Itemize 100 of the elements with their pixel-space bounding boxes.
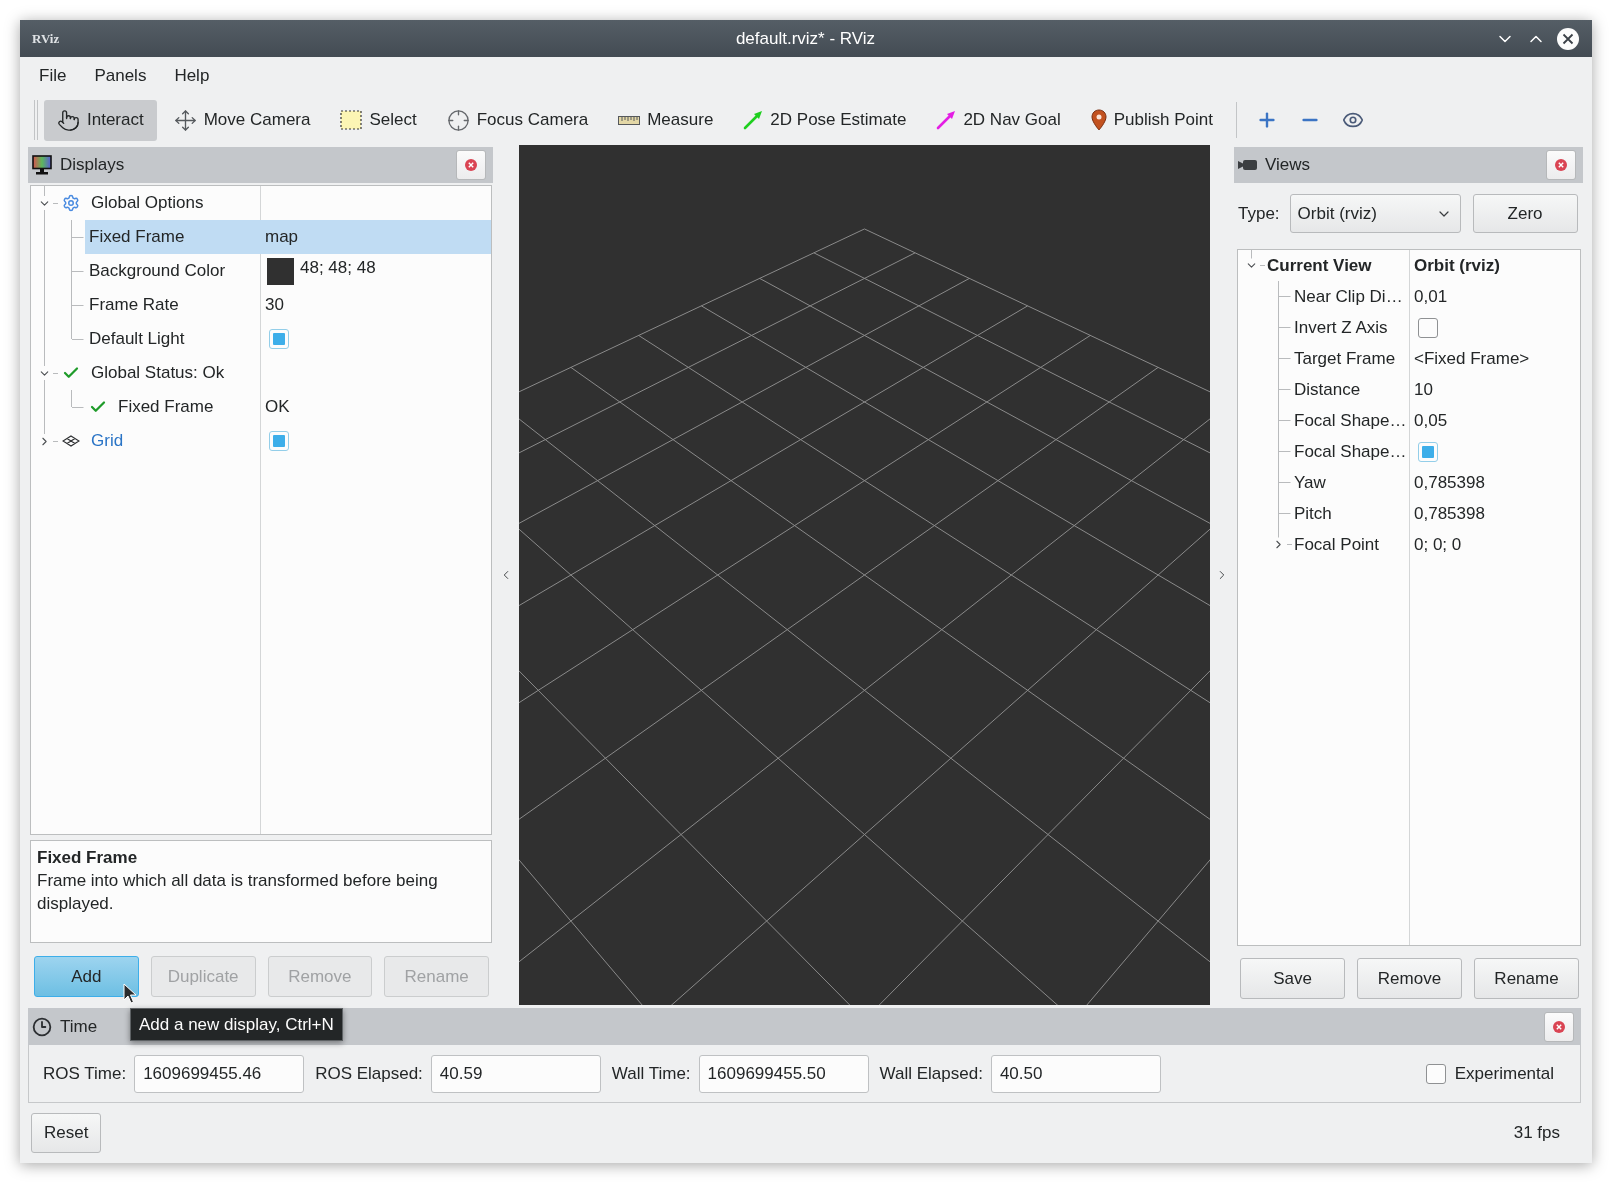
close-button[interactable] — [456, 150, 486, 180]
tree-row[interactable]: Near Clip Di… 0,01 — [1292, 281, 1580, 312]
tree-row[interactable]: Fixed Frame OK — [85, 390, 491, 424]
close-button[interactable] — [1544, 1011, 1574, 1042]
tree-row[interactable]: Current View Orbit (rviz) — [1265, 250, 1580, 281]
tree-row[interactable]: Target Frame <Fixed Frame> — [1292, 343, 1580, 374]
reset-button[interactable]: Reset — [31, 1113, 102, 1153]
checkbox-label: Experimental — [1454, 1063, 1554, 1084]
tool-button[interactable]: 2D Pose Estimate — [730, 99, 920, 141]
tree-row[interactable]: Yaw 0,785398 — [1292, 467, 1580, 498]
property-name: Near Clip Di… — [1294, 286, 1403, 307]
tree-row[interactable]: Fixed Frame map — [85, 220, 491, 254]
tooltip: Add a new display, Ctrl+N — [130, 1008, 343, 1041]
tree-row[interactable]: Background Color 48; 48; 48 — [85, 254, 491, 288]
video-camera-icon — [1238, 159, 1257, 171]
property-value: OK — [265, 397, 290, 417]
monitor-icon — [32, 155, 52, 175]
move-arrows-icon — [173, 108, 197, 132]
property-name: Fixed Frame — [118, 397, 214, 417]
panel-title: Time — [60, 1016, 98, 1037]
tool-button[interactable]: Measure — [605, 99, 727, 141]
panel-button[interactable]: Remove — [1357, 958, 1462, 999]
text-field[interactable]: 40.50 — [990, 1054, 1161, 1093]
tool-button[interactable]: Publish Point — [1077, 99, 1226, 141]
close-icon — [1553, 1020, 1565, 1033]
text-field[interactable]: 1609699455.46 — [134, 1054, 305, 1093]
tree-row[interactable]: Default Light — [85, 322, 491, 356]
tree-row[interactable]: Invert Z Axis — [1292, 312, 1580, 343]
ruler-icon — [618, 115, 641, 125]
property-name: Fixed Frame — [89, 227, 185, 247]
menu-item[interactable]: Help — [160, 62, 224, 90]
property-value: 0,785398 — [1414, 503, 1485, 524]
close-icon — [1555, 159, 1567, 171]
property-value: 0; 0; 0 — [1414, 534, 1462, 555]
checkbox[interactable] — [269, 329, 289, 349]
tool-button[interactable]: Move Camera — [160, 99, 324, 141]
grip-icon — [34, 100, 38, 140]
text-field[interactable]: 40.59 — [430, 1054, 601, 1093]
grid-icon — [62, 435, 80, 447]
description-title: Fixed Frame — [37, 847, 139, 869]
property-value: Orbit (rviz) — [1414, 255, 1500, 276]
panel-button[interactable]: Save — [1240, 958, 1345, 999]
text-field[interactable]: 1609699455.50 — [698, 1054, 869, 1093]
field-label: Wall Elapsed: — [879, 1063, 983, 1084]
type-label: Type: — [1238, 203, 1280, 224]
property-value: 10 — [1414, 379, 1433, 400]
tree-row[interactable]: Grid — [58, 424, 491, 458]
property-value: map — [265, 227, 299, 247]
property-value: 48; 48; 48 — [300, 258, 376, 278]
property-name: Pitch — [1294, 503, 1332, 524]
property-name: Default Light — [89, 329, 185, 349]
checkbox[interactable] — [1418, 317, 1438, 338]
tree-row[interactable]: Focal Shape… 0,05 — [1292, 405, 1580, 436]
checkbox[interactable] — [1418, 441, 1438, 462]
tool-button[interactable]: 2D Nav Goal — [923, 99, 1074, 141]
tool-button[interactable]: Interact — [44, 99, 157, 141]
menu-item[interactable]: Panels — [80, 62, 161, 90]
property-name: Background Color — [89, 261, 226, 281]
dashed-rectangle-icon — [340, 110, 363, 130]
property-value: 30 — [265, 295, 284, 315]
property-value: 0,05 — [1414, 410, 1448, 431]
panel-title: Views — [1265, 155, 1311, 175]
window-title: default.rviz* - RViz — [735, 28, 876, 49]
tree-row[interactable]: Global Options — [58, 186, 491, 220]
description-text: Frame into which all data is transformed before being displayed. — [37, 870, 439, 915]
crosshair-icon — [446, 108, 470, 132]
diagonal-arrow-icon — [936, 110, 957, 130]
property-value: 0,785398 — [1414, 472, 1485, 493]
property-name: Global Status: Ok — [91, 363, 225, 383]
checkbox[interactable] — [269, 431, 289, 451]
panel-button[interactable]: Add — [34, 956, 139, 997]
close-button[interactable] — [1546, 150, 1576, 180]
tree-row[interactable]: Frame Rate 30 — [85, 288, 491, 322]
view-type-dropdown[interactable]: Orbit (rviz) — [1289, 194, 1461, 233]
property-name: Grid — [91, 431, 124, 451]
panel-button[interactable]: Rename — [1474, 958, 1579, 999]
diagonal-arrow-icon — [743, 110, 764, 130]
property-name: Distance — [1294, 379, 1361, 400]
tree-row[interactable]: Pitch 0,785398 — [1292, 498, 1580, 529]
zero-button[interactable]: Zero — [1472, 194, 1578, 233]
checkbox[interactable] — [1425, 1063, 1446, 1084]
property-name: Frame Rate — [89, 295, 179, 315]
app-logo: RViz — [32, 30, 60, 47]
close-icon[interactable] — [1557, 27, 1579, 50]
tool-button[interactable]: Focus Camera — [433, 99, 602, 141]
property-name: Global Options — [91, 193, 204, 213]
tree-row[interactable]: Focal Point 0; 0; 0 — [1292, 529, 1580, 560]
tree-row[interactable]: Global Status: Ok — [58, 356, 491, 390]
tree-row[interactable]: Distance 10 — [1292, 374, 1580, 405]
property-name: Focal Shape… — [1294, 410, 1407, 431]
tool-button[interactable]: Select — [327, 99, 430, 141]
property-value: 0,01 — [1414, 286, 1448, 307]
map-pin-icon — [1090, 109, 1107, 131]
panel-title: Displays — [60, 155, 125, 175]
tree-row[interactable]: Focal Shape… — [1292, 436, 1580, 467]
field-label: Wall Time: — [611, 1063, 691, 1084]
menu-item[interactable]: File — [25, 62, 81, 90]
property-name: Target Frame — [1294, 348, 1396, 369]
field-label: ROS Time: — [43, 1063, 127, 1084]
property-name: Focal Shape… — [1294, 441, 1407, 462]
